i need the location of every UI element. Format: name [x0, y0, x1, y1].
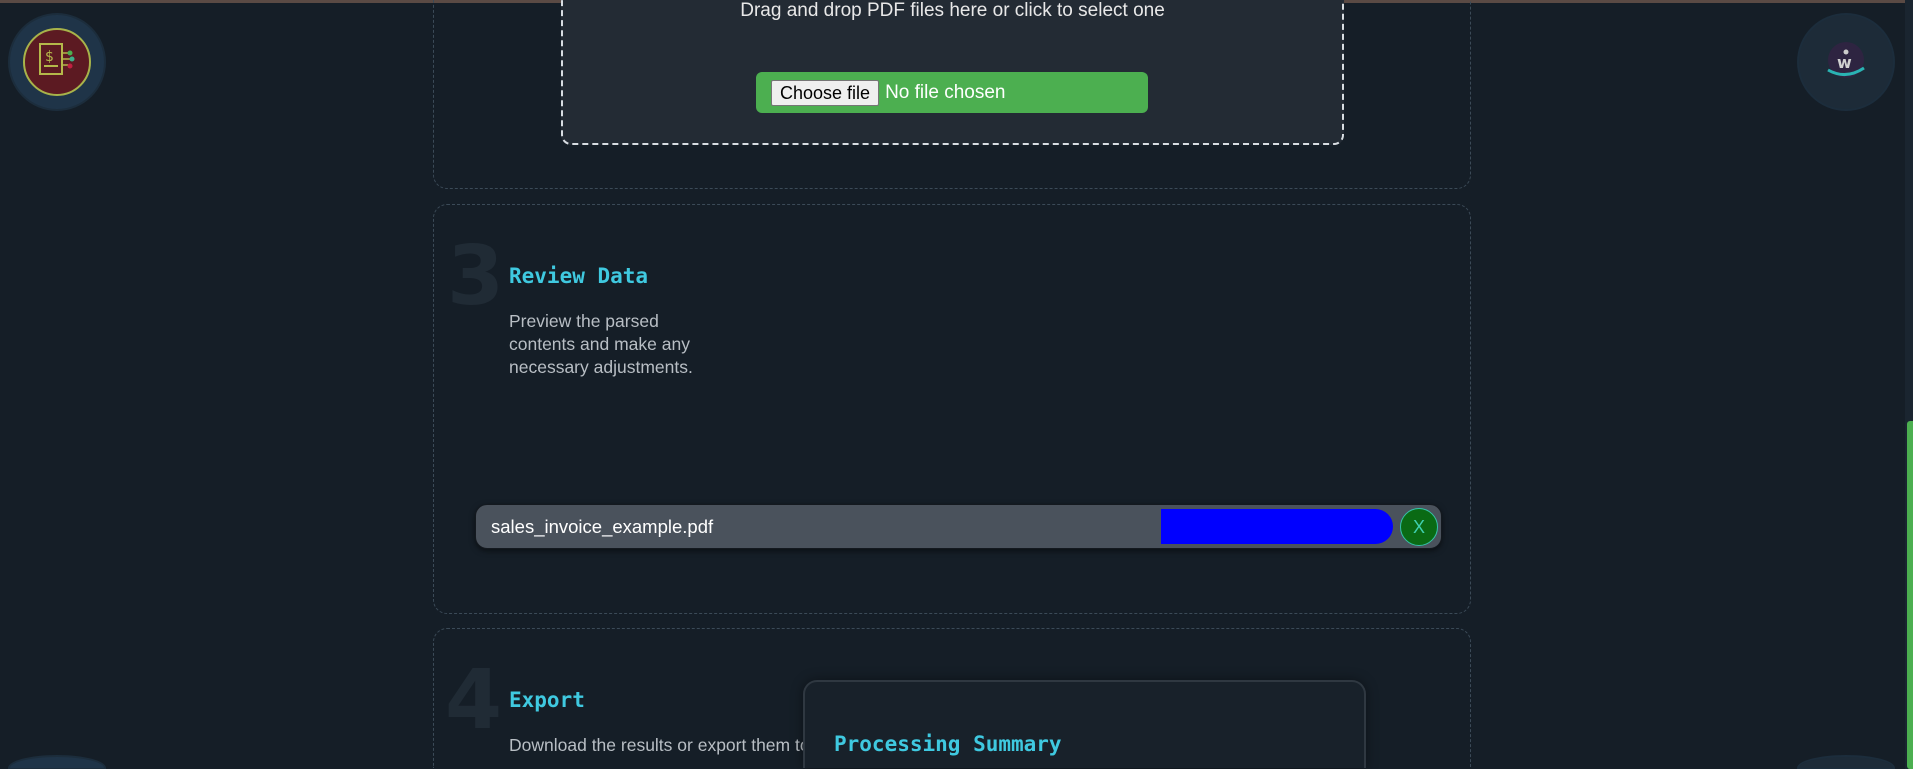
scrollbar-thumb[interactable]	[1907, 421, 1913, 769]
brand-logo-badge[interactable]: w	[1799, 15, 1893, 109]
choose-file-button[interactable]: Choose file	[771, 79, 880, 106]
step-number: 4	[445, 653, 503, 748]
svg-text:w: w	[1837, 53, 1852, 72]
step-number: 3	[447, 229, 505, 324]
file-list-item: sales_invoice_example.pdf X	[475, 504, 1442, 549]
file-progress-bar	[1161, 509, 1393, 544]
summary-title: Processing Summary	[834, 732, 1062, 756]
invoice-receipt-icon: $	[23, 28, 91, 96]
svg-text:$: $	[45, 49, 54, 65]
dropzone-instructions: Drag and drop PDF files here or click to…	[740, 0, 1165, 21]
processing-summary-card: Processing Summary	[803, 680, 1366, 768]
step-description: Preview the parsed contents and make any…	[509, 311, 693, 377]
file-status-text: No file chosen	[885, 81, 1006, 103]
file-name: sales_invoice_example.pdf	[491, 516, 714, 537]
w-splash-logo-icon: w	[1827, 42, 1865, 78]
bottom-left-badge[interactable]	[10, 757, 104, 768]
step-title: Export	[509, 688, 585, 712]
remove-file-button[interactable]: X	[1400, 508, 1438, 546]
file-input[interactable]: Choose file No file chosen	[756, 72, 1148, 113]
app-logo-badge[interactable]: $	[10, 15, 104, 109]
bottom-right-badge[interactable]	[1799, 757, 1893, 768]
step-title: Review Data	[509, 264, 649, 288]
